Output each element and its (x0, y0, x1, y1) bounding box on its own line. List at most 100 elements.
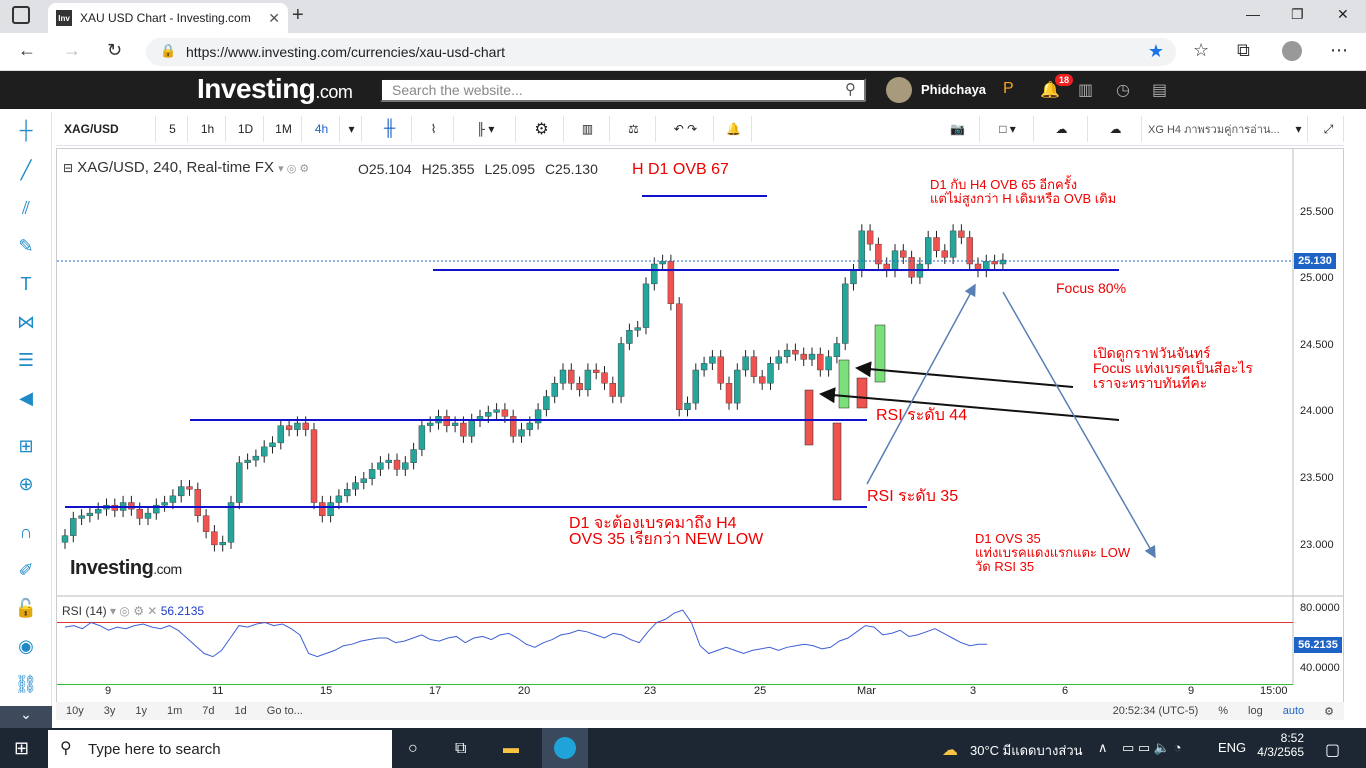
range-3y[interactable]: 3y (94, 705, 126, 717)
tab-title: XAU USD Chart - Investing.com (80, 11, 251, 25)
collapse-toolbar-icon[interactable]: ⌄ (0, 706, 52, 728)
candle-body (128, 502, 135, 510)
symbol-input[interactable]: XAG/USD (58, 116, 156, 142)
interval-dropdown-icon[interactable]: ▾ (342, 116, 362, 142)
template-select[interactable]: XG H4 ภาพรวมคู่การอ่าน... (1144, 116, 1308, 142)
eye-icon[interactable]: ◉ (14, 636, 38, 660)
range-1y[interactable]: 1y (125, 705, 157, 717)
interval-1h[interactable]: 1h (190, 116, 226, 142)
area-chart-icon[interactable]: ⌇ (414, 116, 454, 142)
candles-icon[interactable]: ╫ (368, 116, 412, 142)
cloud-load-icon[interactable]: ☁ (1036, 116, 1088, 142)
favorite-star-icon[interactable]: ★ (1148, 41, 1164, 62)
forward-icon[interactable]: → (63, 40, 81, 61)
settings-icon[interactable]: ⚙ (520, 116, 564, 142)
rsi-legend[interactable]: RSI (14) ▾ ◎ ⚙ ✕ 56.2135 (62, 604, 204, 618)
magnet-icon[interactable]: ∩ (14, 522, 38, 546)
profile-icon[interactable] (1282, 41, 1302, 61)
clock-icon[interactable]: ◷ (1116, 80, 1130, 100)
tray-icons[interactable]: ▭ ▭ 🔈 ◔ (1122, 740, 1181, 756)
lock-drawing-icon[interactable]: 🔓 (14, 598, 38, 622)
pitchfork-icon[interactable]: ⫽ (14, 198, 38, 222)
daily-candle-block (832, 422, 842, 501)
reload-icon[interactable]: ↻ (107, 40, 122, 61)
edge-taskbar-button[interactable] (542, 728, 588, 768)
cortana-icon[interactable]: ○ (408, 740, 418, 758)
chart-settings-icon[interactable]: ⚙ (1314, 705, 1344, 718)
weather-readout[interactable]: 30°C มีแดดบางส่วน (970, 740, 1083, 761)
measure-icon[interactable]: ⊞ (14, 436, 38, 460)
expand-icon[interactable]: ⤢ (1314, 116, 1344, 142)
weather-icon[interactable]: ☁ (942, 740, 958, 760)
window-close-icon[interactable]: ✕ (1337, 6, 1349, 23)
log-toggle[interactable]: log (1238, 705, 1273, 717)
premium-icon[interactable]: P (1003, 80, 1014, 98)
interval-1d[interactable]: 1D (228, 116, 264, 142)
tab-actions-icon[interactable] (12, 6, 30, 24)
brush-icon[interactable]: ✎ (14, 236, 38, 260)
compare-icon[interactable]: ⚖ (612, 116, 656, 142)
flag-icon[interactable]: ▤ (1152, 80, 1167, 100)
site-logo[interactable]: Investing.com (197, 73, 353, 105)
candle-body (485, 412, 492, 417)
candle-body (601, 372, 608, 384)
price-chart[interactable] (57, 149, 1343, 689)
candle-body (518, 429, 525, 437)
address-bar[interactable]: 🔒 https://www.investing.com/currencies/x… (146, 38, 1176, 66)
file-explorer-icon[interactable]: ▬ (503, 740, 519, 758)
range-10y[interactable]: 10y (56, 705, 94, 717)
range-1m[interactable]: 1m (157, 705, 192, 717)
avatar[interactable] (886, 77, 912, 103)
interval-5[interactable]: 5 (158, 116, 188, 142)
fullscreen-toggle-icon[interactable]: □ ▾ (982, 116, 1034, 142)
collections-icon[interactable]: ⧉ (1237, 40, 1250, 61)
windows-start-icon[interactable]: ⊞ (14, 738, 29, 759)
taskbar-search[interactable]: ⚲ Type here to search (48, 730, 392, 768)
candle-body (759, 376, 766, 384)
arrow-left-icon[interactable]: ◀ (14, 388, 38, 412)
language-indicator[interactable]: ENG (1218, 740, 1246, 755)
more-icon[interactable]: ⋯ (1330, 40, 1348, 61)
notifications-icon[interactable]: ▢ (1325, 740, 1340, 760)
username[interactable]: Phidchaya (921, 82, 986, 97)
bars-icon[interactable]: ╟ ▾ (456, 116, 516, 142)
browser-tab[interactable]: Inv XAU USD Chart - Investing.com ✕ (48, 3, 288, 33)
favorites-icon[interactable]: ☆ (1193, 40, 1209, 61)
indicators-icon[interactable]: ▥ (566, 116, 610, 142)
search-icon[interactable]: ⚲ (845, 80, 856, 98)
site-search-input[interactable] (380, 78, 866, 102)
trendline-icon[interactable]: ╱ (14, 160, 38, 184)
chart-legend[interactable]: ⊟ XAG/USD, 240, Real-time FX ▾ ◎ ⚙ (63, 159, 309, 176)
close-tab-icon[interactable]: ✕ (268, 10, 280, 27)
minimize-icon[interactable]: — (1246, 6, 1260, 22)
candle-body (252, 455, 260, 461)
clock[interactable]: 8:52 4/3/2565 (1256, 731, 1304, 759)
new-tab-icon[interactable]: + (292, 4, 304, 27)
cloud-save-icon[interactable]: ☁ (1090, 116, 1142, 142)
link-icon[interactable]: ⛓ (14, 674, 38, 698)
tray-overflow-icon[interactable]: ∧ (1098, 740, 1108, 756)
range-1d[interactable]: 1d (225, 705, 257, 717)
restore-icon[interactable]: ❐ (1291, 6, 1304, 23)
template-dropdown-icon[interactable]: ▾ (1290, 116, 1308, 142)
portfolio-icon[interactable]: ▥ (1078, 80, 1093, 100)
interval-4h[interactable]: 4h (304, 116, 340, 142)
back-icon[interactable]: ← (18, 40, 36, 61)
range-7d[interactable]: 7d (192, 705, 224, 717)
task-view-icon[interactable]: ⧉ (455, 740, 466, 758)
interval-1m[interactable]: 1M (266, 116, 302, 142)
pencil-lock-icon[interactable]: ✐ (14, 560, 38, 584)
pattern-icon[interactable]: ⋈ (14, 312, 38, 336)
goto-button[interactable]: Go to... (257, 705, 313, 717)
crosshair-icon[interactable]: ┼ (14, 120, 38, 144)
fib-icon[interactable]: ☰ (14, 350, 38, 374)
alert-icon[interactable]: 🔔 (716, 116, 752, 142)
auto-toggle[interactable]: auto (1273, 705, 1314, 717)
candle-body (617, 343, 625, 397)
undo-redo-icon[interactable]: ↶ ↷ (658, 116, 714, 142)
candle-body (676, 303, 683, 410)
zoom-icon[interactable]: ⊕ (14, 474, 38, 498)
camera-icon[interactable]: 📷 (936, 116, 980, 142)
text-icon[interactable]: T (14, 274, 38, 298)
percent-toggle[interactable]: % (1208, 705, 1238, 717)
